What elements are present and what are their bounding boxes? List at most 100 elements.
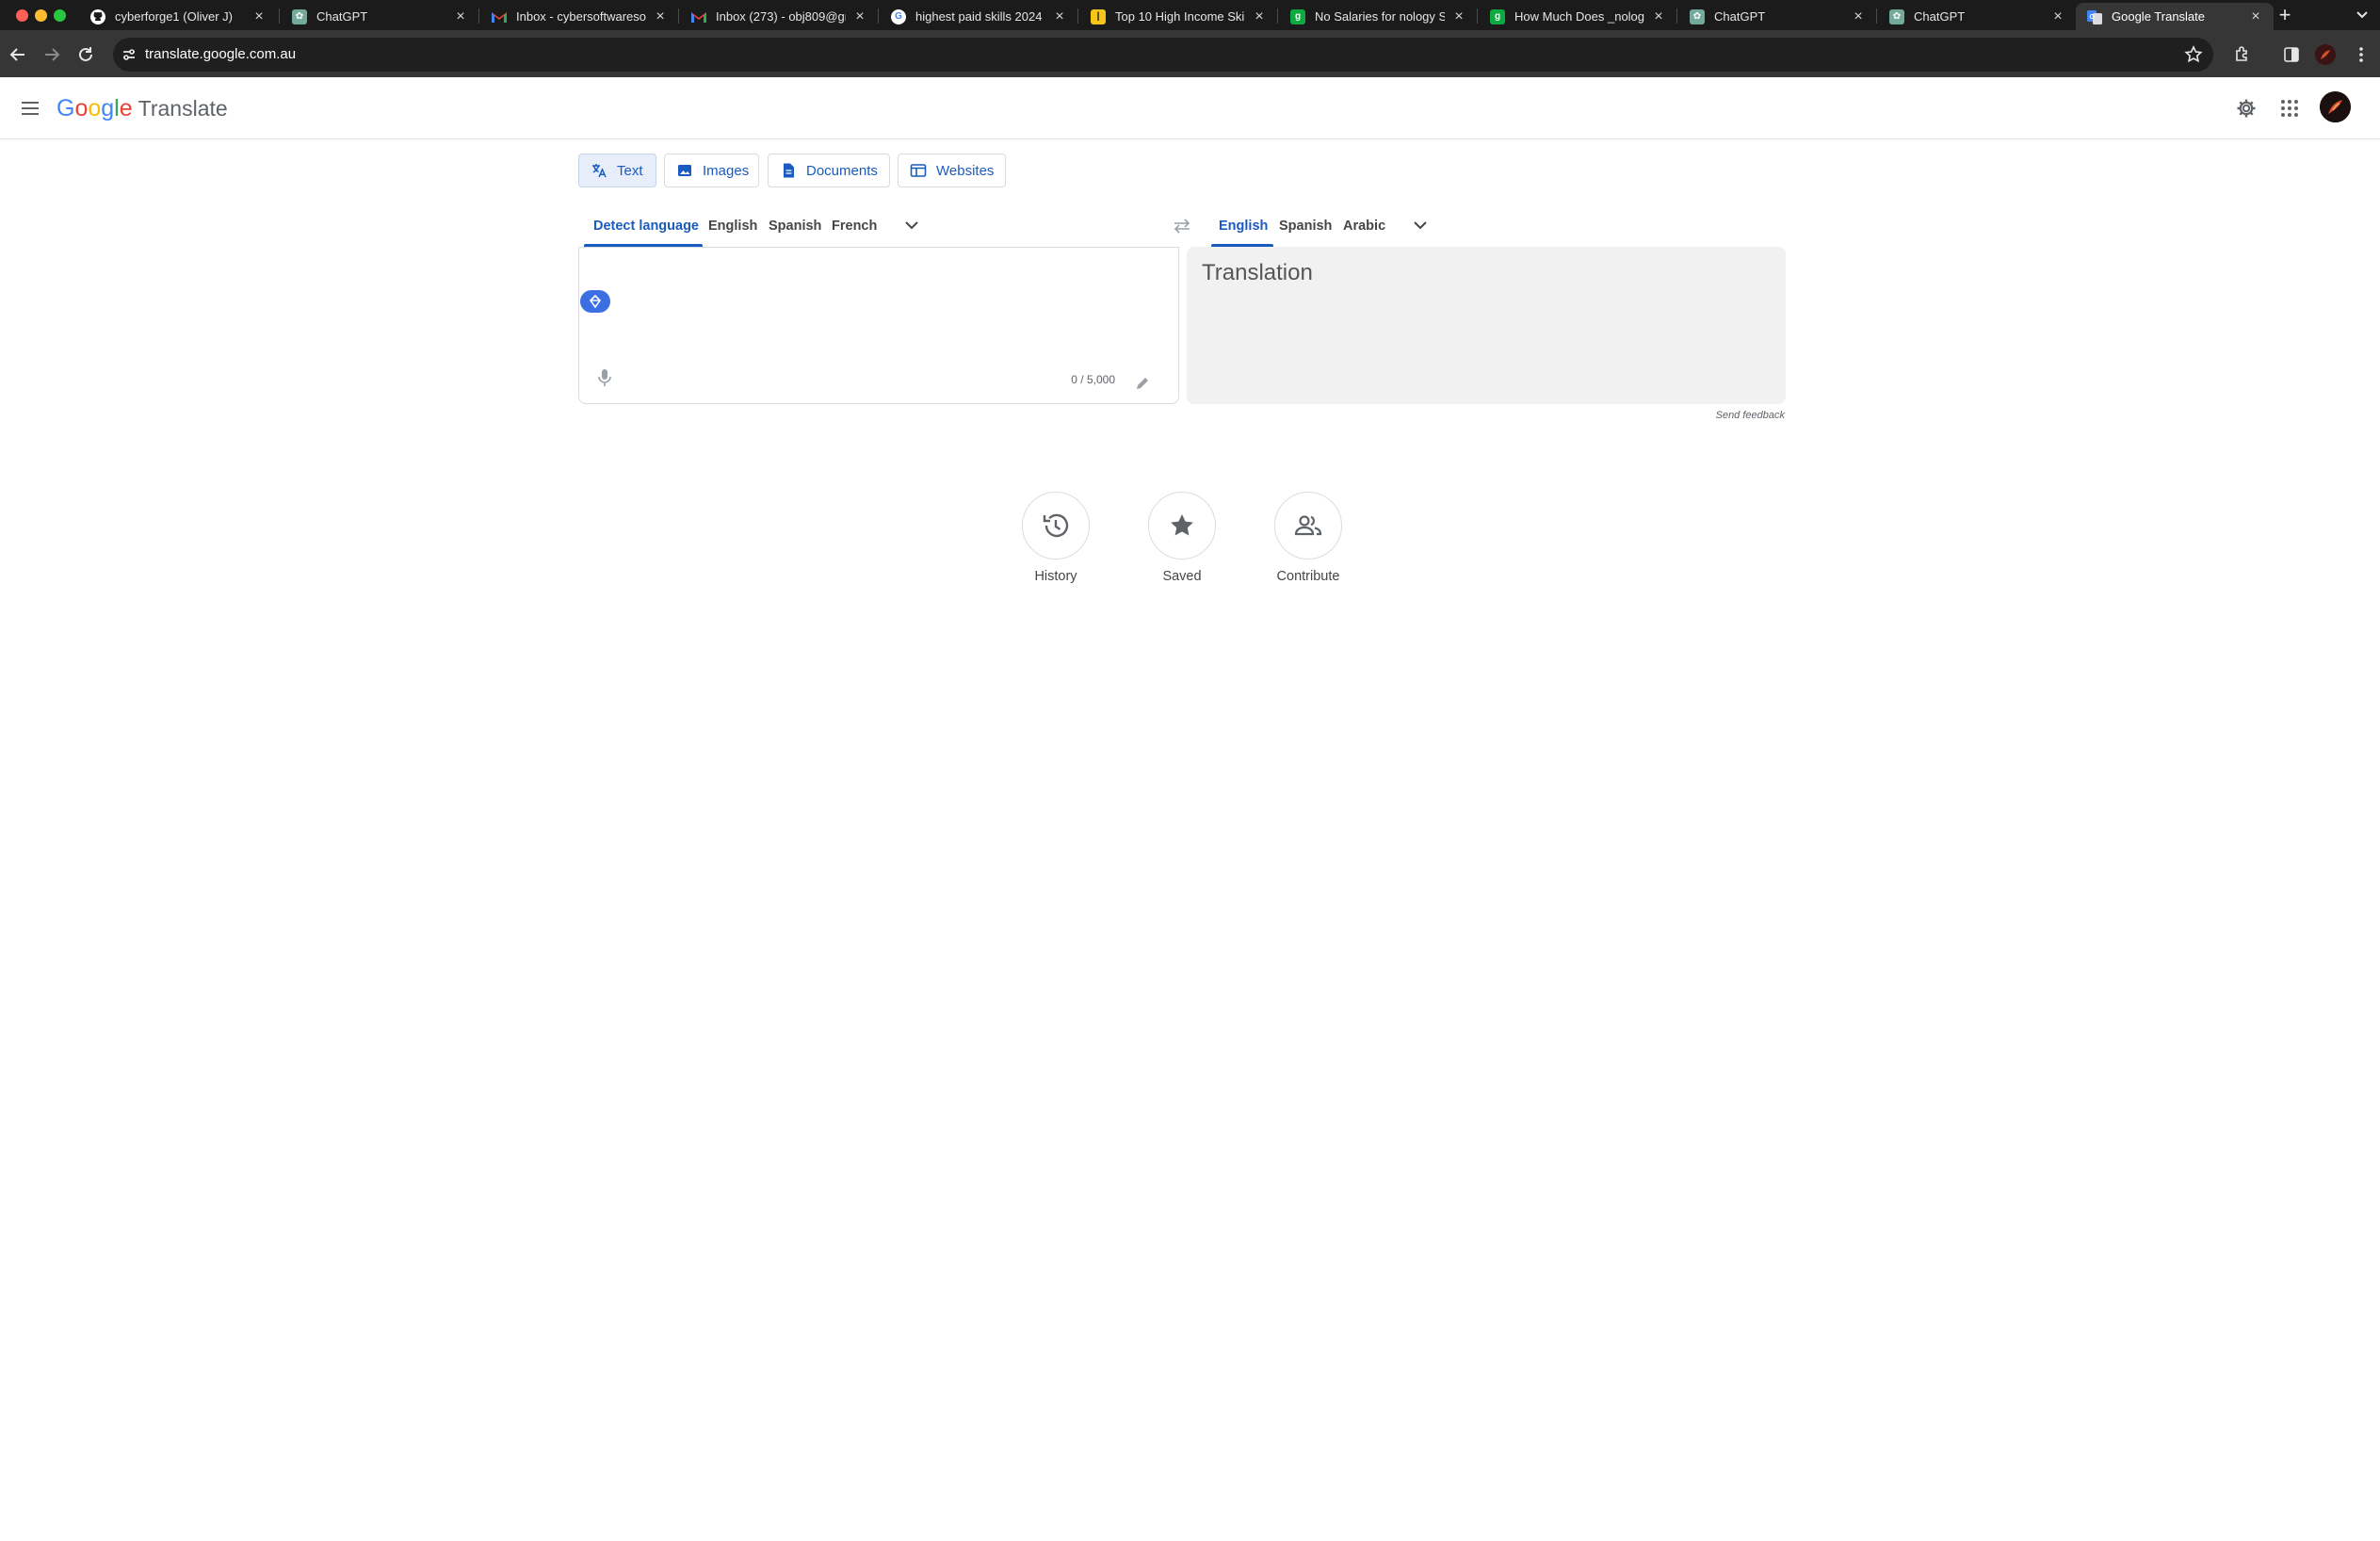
tab-divider <box>1077 8 1078 24</box>
tab-title: highest paid skills 2024 <box>915 9 1043 24</box>
close-icon[interactable]: × <box>1452 8 1465 24</box>
reload-icon[interactable] <box>75 44 96 65</box>
address-bar[interactable] <box>113 38 2213 72</box>
source-lang-detect[interactable]: Detect language <box>593 216 699 236</box>
tab-title: ChatGPT <box>1714 9 1766 24</box>
character-count: 0 / 5,000 <box>1071 373 1115 386</box>
source-lang-french[interactable]: French <box>832 216 877 236</box>
swap-languages-icon[interactable] <box>1172 217 1192 235</box>
tab-divider <box>1676 8 1677 24</box>
app-logo[interactable]: Google Translate <box>57 94 228 122</box>
google-icon: G <box>891 8 906 24</box>
tab-title: cyberforge1 (Oliver J) <box>115 9 233 24</box>
keyboard-tools-button[interactable] <box>580 290 610 313</box>
apps-grid-icon[interactable] <box>2278 97 2301 120</box>
image-icon <box>678 165 691 176</box>
microphone-icon[interactable] <box>595 367 614 388</box>
github-icon <box>90 8 105 24</box>
forward-icon[interactable] <box>41 44 62 65</box>
chevron-down-icon[interactable] <box>2354 6 2371 23</box>
source-lang-english[interactable]: English <box>708 216 757 236</box>
browser-tab[interactable]: Inbox (273) - obj809@gm × <box>680 3 878 30</box>
history-button[interactable]: History <box>990 492 1122 584</box>
close-icon[interactable]: × <box>1852 8 1865 24</box>
mode-label: Images <box>703 162 750 179</box>
tab-title: Top 10 High Income Skill <box>1115 9 1245 24</box>
address-url[interactable]: translate.google.com.au <box>145 44 296 65</box>
target-lang-english[interactable]: English <box>1219 216 1268 236</box>
tab-title: How Much Does _nology <box>1514 9 1644 24</box>
gmail-icon <box>492 9 507 24</box>
browser-tab[interactable]: cyberforge1 (Oliver J) × <box>79 3 277 30</box>
chatgpt-icon: ✿ <box>292 8 307 24</box>
tab-divider <box>279 8 280 24</box>
glassdoor-icon: g <box>1490 8 1505 24</box>
target-lang-spanish[interactable]: Spanish <box>1279 216 1332 236</box>
window-minimize-button[interactable] <box>35 9 47 22</box>
contribute-button[interactable]: Contribute <box>1242 492 1374 584</box>
browser-tab[interactable]: g How Much Does _nology × <box>1479 3 1676 30</box>
google-wordmark: Google <box>57 95 133 122</box>
mode-websites-button[interactable]: Websites <box>898 154 1006 187</box>
sparkle-icon <box>589 294 602 309</box>
pencil-icon[interactable] <box>1134 375 1151 392</box>
send-feedback-link[interactable]: Send feedback <box>1676 410 1785 421</box>
mode-text-button[interactable]: Text <box>578 154 656 187</box>
tab-title: Google Translate <box>2112 9 2206 24</box>
close-icon[interactable]: × <box>454 8 467 24</box>
people-icon <box>1294 515 1322 536</box>
tab-title: Inbox (273) - obj809@gm <box>716 9 846 24</box>
menu-icon[interactable] <box>19 97 41 120</box>
back-icon[interactable] <box>8 44 28 65</box>
account-avatar[interactable] <box>2320 91 2351 122</box>
gear-icon[interactable] <box>2235 97 2258 120</box>
browser-tab-active[interactable]: G Google Translate × <box>2076 3 2274 30</box>
history-icon <box>1043 513 1069 538</box>
source-lang-spanish[interactable]: Spanish <box>769 216 821 236</box>
window-close-button[interactable] <box>16 9 28 22</box>
browser-tab[interactable]: g No Salaries for nology Sa × <box>1279 3 1477 30</box>
browser-tab[interactable]: ✿ ChatGPT × <box>1678 3 1876 30</box>
browser-profile-avatar[interactable] <box>2315 44 2336 65</box>
tab-title: No Salaries for nology Sa <box>1315 9 1445 24</box>
close-icon[interactable]: × <box>2051 8 2064 24</box>
tab-divider <box>1277 8 1278 24</box>
tab-divider <box>678 8 679 24</box>
browser-tab[interactable]: G highest paid skills 2024 × <box>880 3 1077 30</box>
glassdoor-icon: g <box>1290 8 1305 24</box>
chevron-down-icon[interactable] <box>902 216 921 235</box>
mode-label: Websites <box>936 162 995 179</box>
star-bookmark-icon[interactable] <box>2183 44 2204 65</box>
close-icon[interactable]: × <box>654 8 667 24</box>
close-icon[interactable]: × <box>252 8 266 24</box>
close-icon[interactable]: × <box>853 8 866 24</box>
translate-icon <box>592 164 607 178</box>
extensions-icon[interactable] <box>2232 44 2253 65</box>
chevron-down-icon[interactable] <box>1411 216 1430 235</box>
browser-tab[interactable]: ✿ ChatGPT × <box>281 3 478 30</box>
site-settings-icon[interactable] <box>121 46 138 63</box>
new-tab-button[interactable]: + <box>2275 5 2295 25</box>
mode-documents-button[interactable]: Documents <box>768 154 890 187</box>
browser-tab[interactable]: ✿ ChatGPT × <box>1878 3 2076 30</box>
tab-divider <box>878 8 879 24</box>
more-vert-icon[interactable] <box>2351 44 2372 65</box>
website-icon <box>910 164 927 177</box>
gmail-icon <box>691 9 706 24</box>
tab-divider <box>1876 8 1877 24</box>
tab-title: ChatGPT <box>1914 9 1966 24</box>
window-maximize-button[interactable] <box>54 9 66 22</box>
close-icon[interactable]: × <box>1253 8 1266 24</box>
close-icon[interactable]: × <box>2249 8 2262 24</box>
side-panel-icon[interactable] <box>2281 44 2302 65</box>
contribute-circle <box>1274 492 1342 560</box>
mode-label: Text <box>617 162 643 179</box>
product-name: Translate <box>138 96 228 121</box>
browser-tab[interactable]: Inbox - cybersoftwareso × <box>480 3 678 30</box>
browser-tab[interactable]: | Top 10 High Income Skill × <box>1079 3 1277 30</box>
saved-button[interactable]: Saved <box>1116 492 1248 584</box>
mode-images-button[interactable]: Images <box>664 154 759 187</box>
target-lang-arabic[interactable]: Arabic <box>1343 216 1385 236</box>
close-icon[interactable]: × <box>1053 8 1066 24</box>
close-icon[interactable]: × <box>1652 8 1665 24</box>
